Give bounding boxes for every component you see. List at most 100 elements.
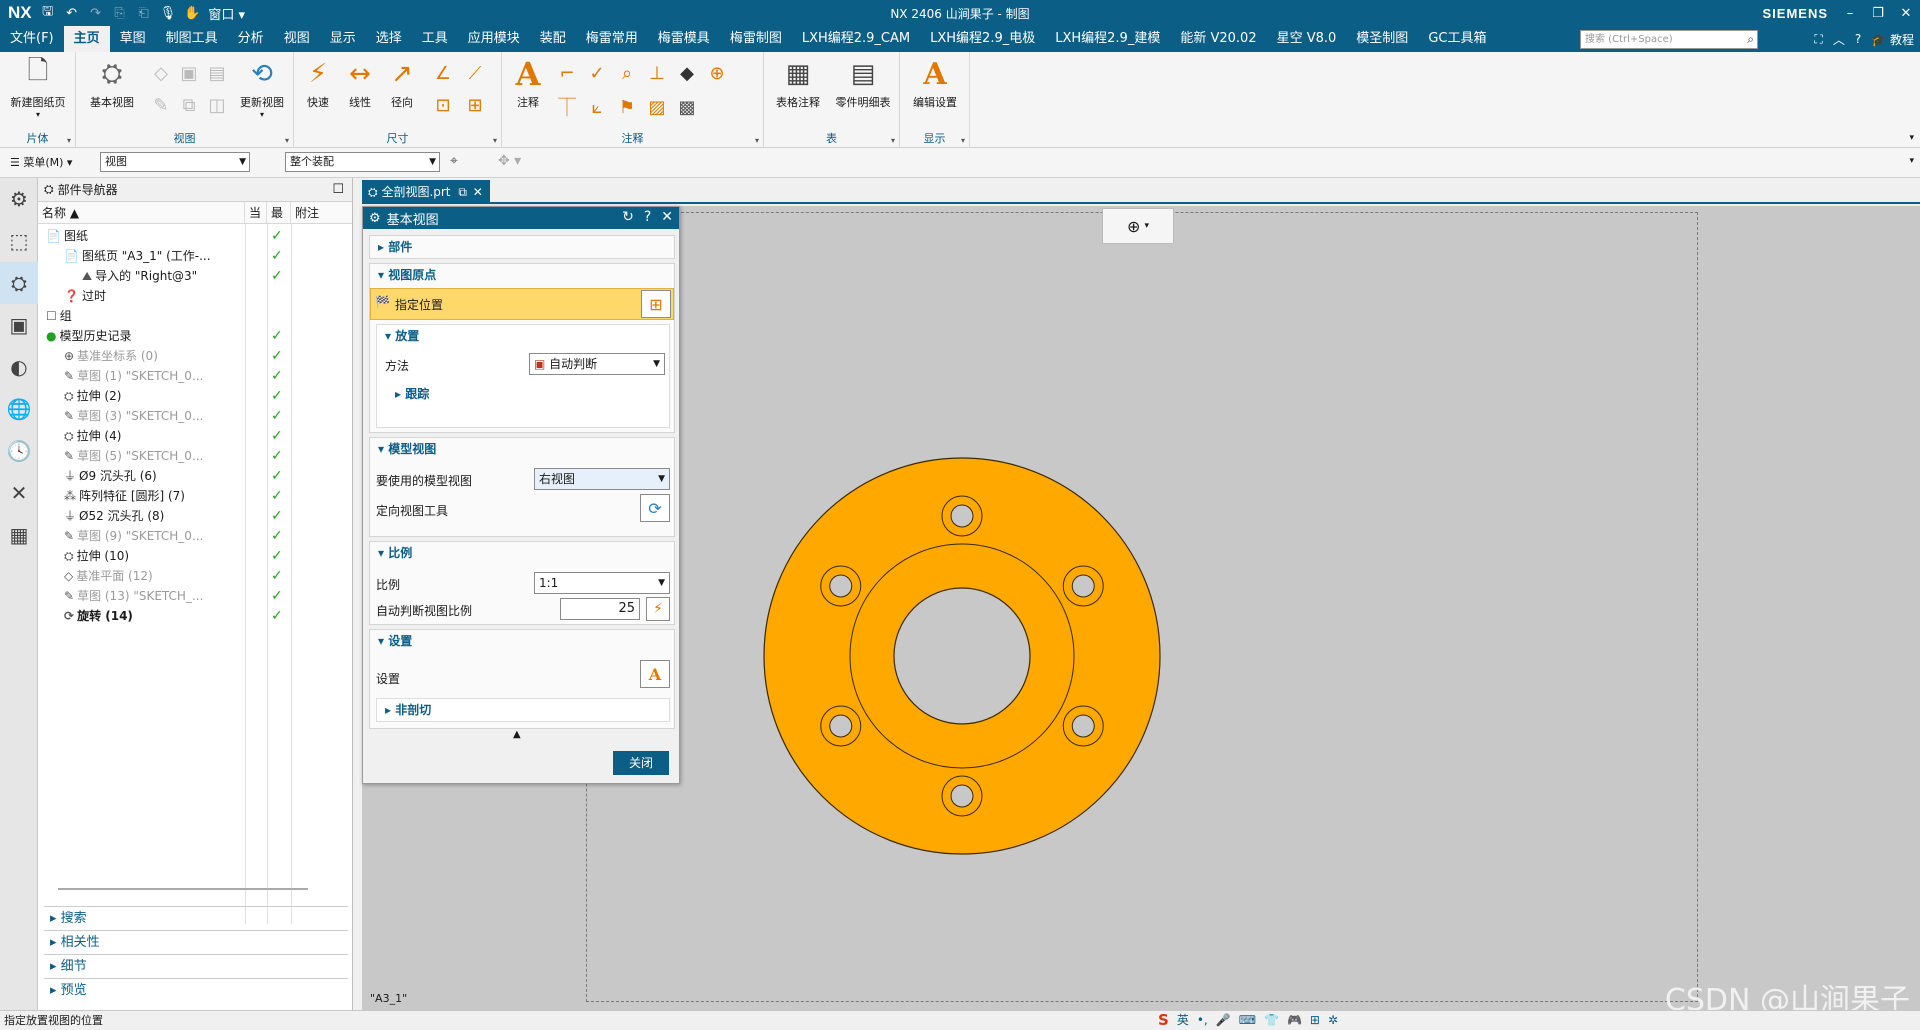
target-point-icon[interactable]: ⚑ (614, 94, 640, 120)
tree-row[interactable]: ⏚ Ø52 沉头孔 (8) ✓ (38, 506, 352, 526)
tab-full-section-view[interactable]: ⛭ 全剖视图.prt ⧉ ✕ (362, 180, 490, 204)
tree-row[interactable]: ✎ 草图 (3) "SKETCH_0... ✓ (38, 406, 352, 426)
menu-item[interactable]: 草图 (110, 26, 156, 52)
feature-control-frame-icon[interactable]: ⌐ (554, 60, 580, 86)
part-navigator-icon[interactable]: ⛭ (0, 262, 38, 304)
radial-dimension-button[interactable]: ↗ 径向 (382, 56, 422, 110)
group-more-arrow[interactable]: ▾ (67, 136, 71, 145)
history-icon[interactable]: 🕓 (0, 430, 38, 472)
new-sheet-button[interactable]: 🗋 新建图纸页 ▾ (4, 56, 72, 119)
close-tab-icon[interactable]: ✕ (473, 185, 483, 199)
chevron-down-icon[interactable]: ▾ (1144, 221, 1149, 231)
assembly-navigator-icon[interactable]: ⬚ (0, 220, 38, 262)
ordinate-dimension-icon[interactable]: ⊞ (462, 92, 488, 118)
snap-point-icon[interactable]: ✥ ▾ (498, 153, 521, 169)
help-icon[interactable]: ? (644, 209, 651, 225)
linear-dimension-button[interactable]: ↔ 线性 (340, 56, 380, 110)
ime-icon[interactable]: •, (1197, 1011, 1208, 1030)
close-button[interactable]: 关闭 (613, 751, 669, 775)
tree-row[interactable]: ✎ 草图 (5) "SKETCH_0... ✓ (38, 446, 352, 466)
broken-out-section-icon[interactable]: ◫ (204, 92, 230, 118)
surface-finish-icon[interactable]: ⟀ (584, 94, 610, 120)
gear-icon[interactable]: ⚙ (0, 178, 38, 220)
tree-row[interactable]: ◇ 基准平面 (12) ✓ (38, 566, 352, 586)
ime-icon[interactable]: 🎮 (1287, 1011, 1302, 1030)
view-placement-toolbar[interactable]: ⊕ ▾ (1102, 208, 1174, 244)
menu-item[interactable]: LXH编程2.9_电极 (920, 26, 1045, 52)
close-dialog-icon[interactable]: ✕ (661, 209, 673, 225)
tree-row[interactable]: ⟳ 旋转 (14) ✓ (38, 606, 352, 626)
update-view-button[interactable]: ⟲ 更新视图 ▾ (232, 56, 292, 119)
menu-item[interactable]: 星空 V8.0 (1267, 26, 1347, 52)
note-button[interactable]: A 注释 (506, 55, 550, 110)
flange-part-view[interactable] (762, 456, 1162, 856)
tree-row[interactable]: ⛭ 拉伸 (10) ✓ (38, 546, 352, 566)
save-icon[interactable]: 🖫 (40, 2, 56, 24)
tree-row[interactable]: ☐ 组 (38, 306, 352, 326)
toolbar-options-arrow[interactable]: ▾ (1909, 156, 1914, 166)
model-view-select[interactable]: 右视图 ▼ (534, 468, 670, 490)
menu-item[interactable]: 梅雷常用 (576, 26, 648, 52)
menu-item[interactable]: 主页 (63, 26, 110, 52)
roles-icon[interactable]: ▦ (0, 514, 38, 556)
menu-item[interactable]: GC工具箱 (1418, 26, 1496, 52)
menu-item[interactable]: 装配 (530, 26, 576, 52)
search-icon[interactable]: ⌕ (1747, 31, 1754, 48)
image-icon[interactable]: ▩ (674, 94, 700, 120)
method-select[interactable]: ▣ 自动判断 ▼ (529, 353, 665, 375)
tree-row[interactable]: ✎ 草图 (9) "SKETCH_0... ✓ (38, 526, 352, 546)
ime-icon[interactable]: ✲ (1328, 1011, 1338, 1030)
tree-row[interactable]: ⁂ 阵列特征 [圆形] (7) ✓ (38, 486, 352, 506)
section-part[interactable]: ▸ 部件 (369, 235, 675, 259)
break-view-icon[interactable]: ✎ (148, 92, 174, 118)
paste-icon[interactable]: ⎗ (136, 6, 152, 21)
menu-item[interactable]: 应用模块 (458, 26, 530, 52)
web-browser-icon[interactable]: 🌐 (0, 388, 38, 430)
hatch-icon[interactable]: ▨ (644, 94, 670, 120)
parts-list-button[interactable]: ▤ 零件明细表 (830, 56, 896, 110)
ime-icon[interactable]: 👕 (1264, 1011, 1279, 1030)
snap-filter-icon[interactable]: ⌖ (450, 153, 458, 169)
tree-row[interactable]: ❓ 过时 (38, 286, 352, 306)
panel-search[interactable]: ▸ 搜索 (44, 906, 348, 930)
redo-icon[interactable]: ↷ (88, 6, 104, 21)
tree-row[interactable]: ✎ 草图 (13) "SKETCH_... ✓ (38, 586, 352, 606)
microphone-icon[interactable]: 🎙 (160, 6, 177, 21)
copy-icon[interactable]: ⎘ (112, 6, 128, 21)
menu-item[interactable]: 工具 (412, 26, 458, 52)
menu-item[interactable]: 选择 (366, 26, 412, 52)
placement-header[interactable]: ▾ 放置 (377, 325, 669, 347)
menu-button[interactable]: ☰ 菜单(M) ▾ (10, 154, 72, 170)
group-more-arrow[interactable]: ▾ (285, 136, 289, 145)
collapse-dialog-icon[interactable]: ▲ (513, 729, 521, 740)
datum-feature-icon[interactable]: ✓ (584, 60, 610, 86)
section-view-icon[interactable]: ▣ (176, 60, 202, 86)
close-window-icon[interactable]: ✕ (1892, 6, 1920, 21)
collapse-ribbon-icon[interactable]: ︿ (1833, 31, 1845, 48)
window-menu[interactable]: 窗口 ▾ (208, 4, 245, 23)
menu-item[interactable]: 梅雷制图 (720, 26, 792, 52)
section-settings-header[interactable]: ▾ 设置 (370, 630, 674, 652)
panel-preview[interactable]: ▸ 预览 (44, 978, 348, 1002)
menu-item[interactable]: 制图工具 (156, 26, 228, 52)
section-model-view-header[interactable]: ▾ 模型视图 (370, 438, 674, 460)
group-more-arrow[interactable]: ▾ (755, 136, 759, 145)
restore-icon[interactable]: ❐ (1864, 6, 1892, 21)
group-more-arrow[interactable]: ▾ (961, 136, 965, 145)
menu-item[interactable]: 文件(F) (0, 26, 64, 52)
menu-item[interactable]: 梅雷模具 (648, 26, 720, 52)
ime-icon[interactable]: ⌨ (1239, 1011, 1256, 1030)
scale-select[interactable]: 1:1 ▼ (534, 572, 670, 594)
column-header-name[interactable]: 名称 ▲ (38, 202, 245, 223)
section-scale-header[interactable]: ▾ 比例 (370, 542, 674, 564)
minimize-icon[interactable]: – (1836, 6, 1864, 21)
base-view-button[interactable]: ⛭ 基本视图 (82, 56, 142, 110)
auto-scale-toggle-button[interactable]: ⚡ (646, 597, 670, 621)
reuse-library-icon[interactable]: ◐ (0, 346, 38, 388)
tree-row[interactable]: 📄 图纸 ✓ (38, 226, 352, 246)
tree-row[interactable]: ⏚ Ø9 沉头孔 (6) ✓ (38, 466, 352, 486)
table-note-button[interactable]: ▦ 表格注释 (768, 56, 828, 110)
type-filter-select[interactable]: 视图 ▼ (100, 152, 250, 172)
panel-details[interactable]: ▸ 细节 (44, 954, 348, 978)
reset-icon[interactable]: ↻ (622, 209, 634, 225)
